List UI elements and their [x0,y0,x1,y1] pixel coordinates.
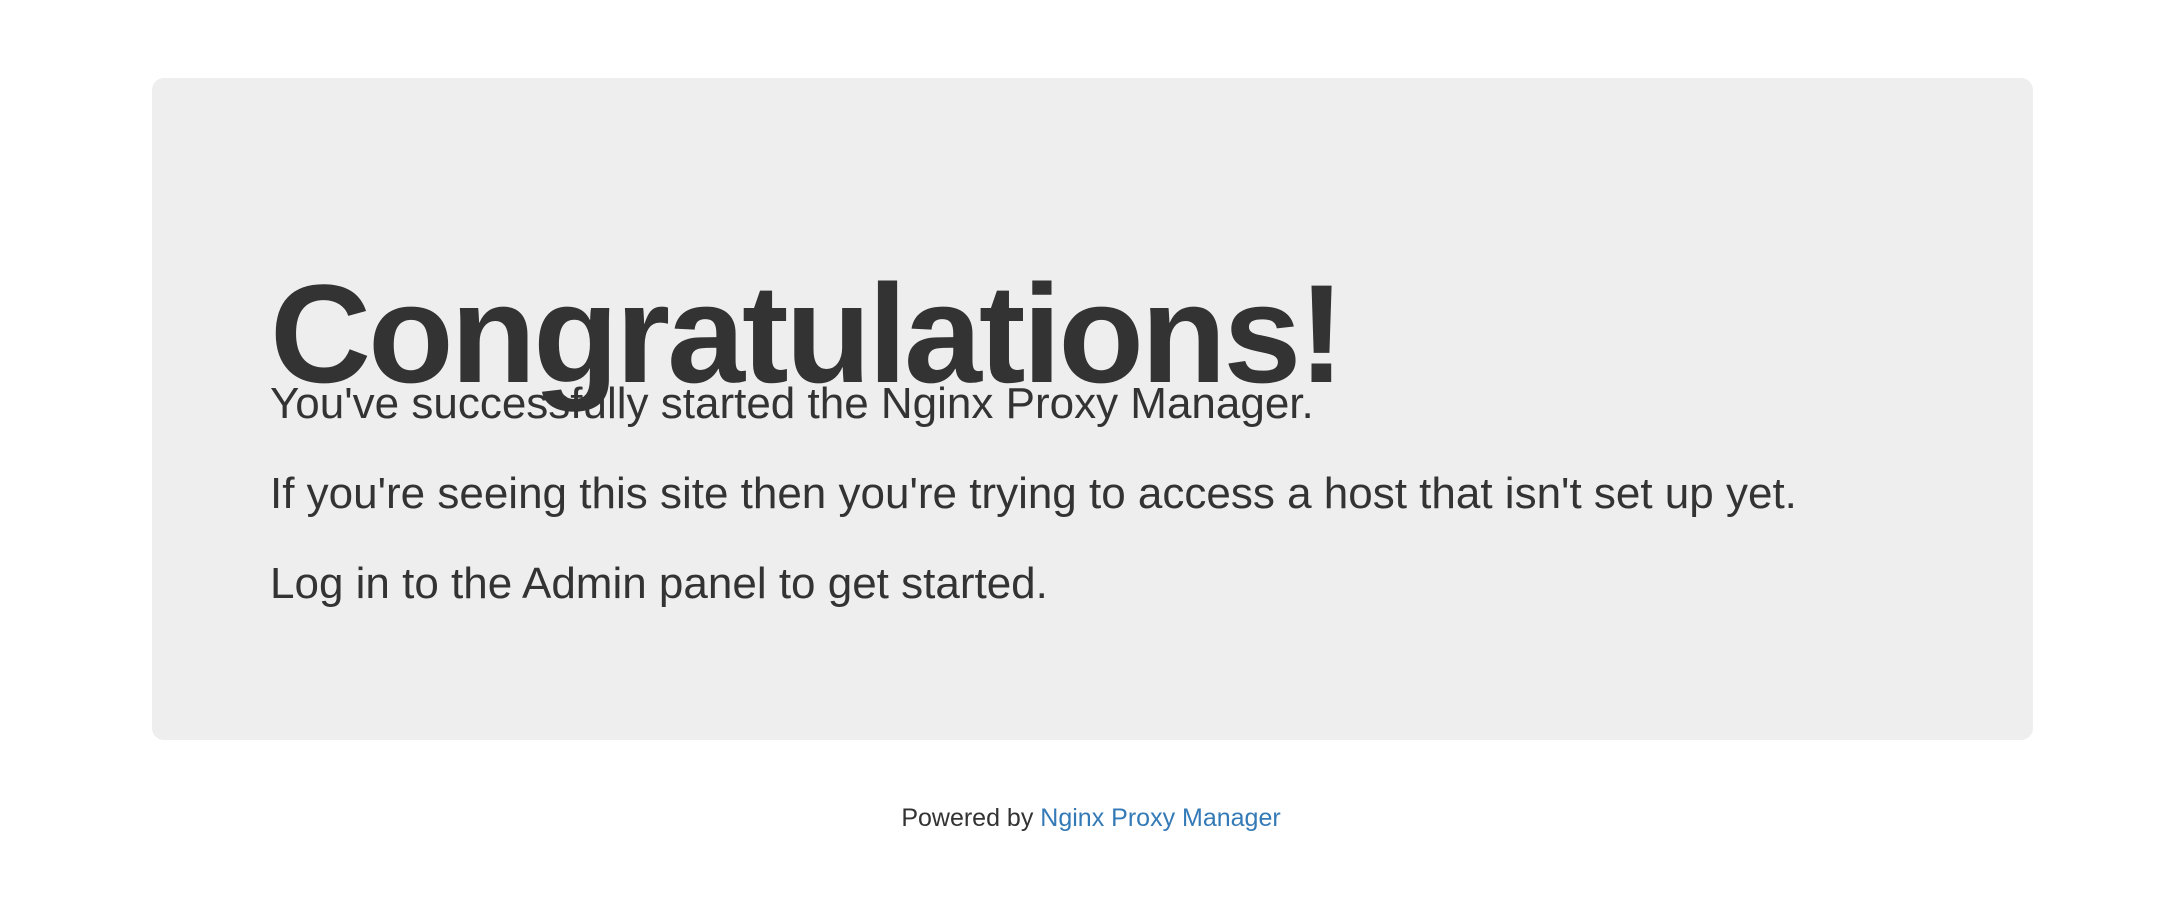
nginx-proxy-manager-link[interactable]: Nginx Proxy Manager [1040,804,1280,832]
host-not-set-up-message: If you're seeing this site then you're t… [270,469,1797,518]
admin-login-hint: Log in to the Admin panel to get started… [270,559,1048,608]
welcome-panel: Congratulations! You've successfully sta… [152,78,2033,740]
footer: Powered by Nginx Proxy Manager [0,803,2182,833]
page: Congratulations! You've successfully sta… [0,0,2182,920]
powered-by-text: Powered by [901,804,1034,832]
success-message: You've successfully started the Nginx Pr… [270,379,1314,428]
